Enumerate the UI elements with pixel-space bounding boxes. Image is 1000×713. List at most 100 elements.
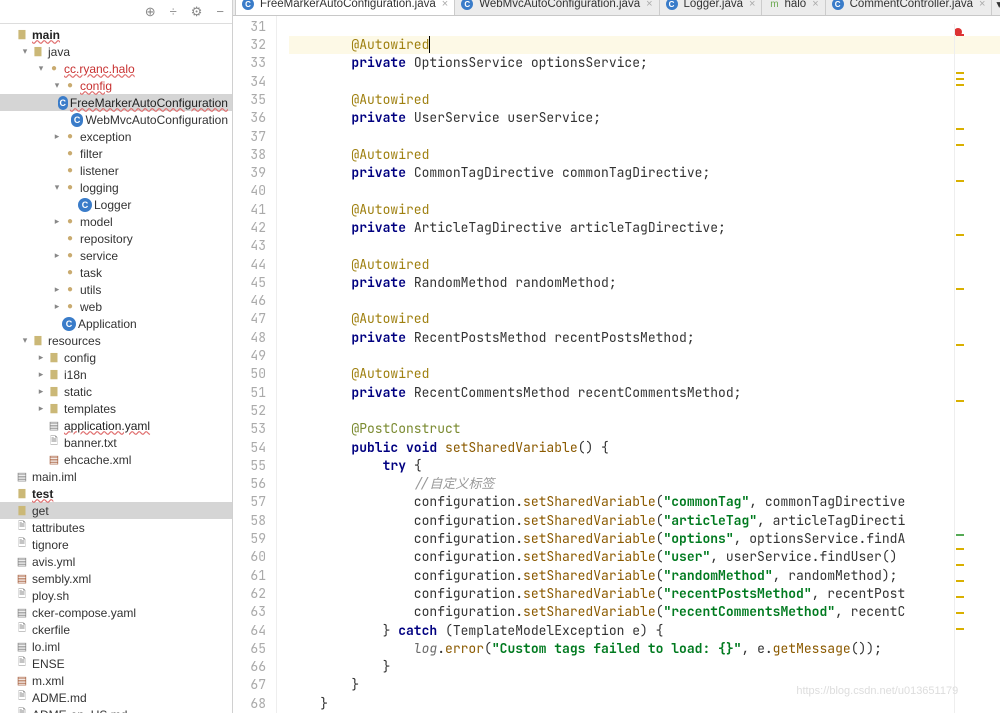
gear-icon[interactable]: ⚙ [191, 4, 203, 20]
tree-item[interactable]: main [0, 26, 232, 43]
tree-item[interactable]: lo.iml [0, 638, 232, 655]
tree-twisty-icon[interactable]: ▾ [20, 335, 30, 346]
tree-item[interactable]: sembly.xml [0, 570, 232, 587]
marker-warn[interactable] [956, 344, 964, 346]
tree-twisty-icon[interactable]: ▸ [36, 403, 46, 414]
marker-warn[interactable] [956, 144, 964, 146]
tree-item[interactable]: main.iml [0, 468, 232, 485]
code-line[interactable]: @Autowired [289, 310, 1000, 328]
code-line[interactable]: private ArticleTagDirective articleTagDi… [289, 219, 1000, 237]
code-line[interactable] [289, 292, 1000, 310]
code-line[interactable]: public void setSharedVariable() { [289, 439, 1000, 457]
close-icon[interactable]: × [979, 0, 985, 10]
tree-item[interactable]: ckerfile [0, 621, 232, 638]
tree-item[interactable]: ▾logging [0, 179, 232, 196]
code-line[interactable]: @Autowired [289, 256, 1000, 274]
code-line[interactable]: @PostConstruct [289, 420, 1000, 438]
code-line[interactable] [289, 182, 1000, 200]
code-line[interactable]: @Autowired [289, 91, 1000, 109]
tree-twisty-icon[interactable]: ▾ [52, 80, 62, 91]
marker-warn[interactable] [956, 288, 964, 290]
marker-warn[interactable] [956, 78, 964, 80]
code-line[interactable] [289, 128, 1000, 146]
code-line[interactable]: } catch (TemplateModelException e) { [289, 622, 1000, 640]
marker-warn[interactable] [956, 564, 964, 566]
marker-warn[interactable] [956, 400, 964, 402]
tree-item[interactable]: CApplication [0, 315, 232, 332]
code-line[interactable]: private RandomMethod randomMethod; [289, 274, 1000, 292]
marker-warn[interactable] [956, 548, 964, 550]
code-line[interactable] [289, 347, 1000, 365]
tree-item[interactable]: ▸utils [0, 281, 232, 298]
marker-warn[interactable] [956, 180, 964, 182]
tree-item[interactable]: ADME.md [0, 689, 232, 706]
tree-twisty-icon[interactable]: ▸ [36, 352, 46, 363]
marker-warn[interactable] [956, 128, 964, 130]
tree-twisty-icon[interactable]: ▸ [52, 216, 62, 227]
code-line[interactable]: configuration.setSharedVariable("recentC… [289, 603, 1000, 621]
marker-warn[interactable] [956, 234, 964, 236]
editor-tab[interactable]: CFreeMarkerAutoConfiguration.java× [235, 0, 455, 15]
tree-item[interactable]: get [0, 502, 232, 519]
code-line[interactable]: configuration.setSharedVariable("article… [289, 512, 1000, 530]
marker-warn[interactable] [956, 612, 964, 614]
code-line[interactable]: //自定义标签 [289, 475, 1000, 493]
tree-item[interactable]: ▸service [0, 247, 232, 264]
tree-item[interactable]: m.xml [0, 672, 232, 689]
close-icon[interactable]: × [646, 0, 652, 10]
tree-twisty-icon[interactable]: ▸ [36, 369, 46, 380]
collapse-icon[interactable]: ⊕ [145, 4, 156, 20]
code-line[interactable] [289, 237, 1000, 255]
tree-item[interactable]: CFreeMarkerAutoConfiguration [0, 94, 232, 111]
close-icon[interactable]: × [812, 0, 818, 10]
code-line[interactable]: } [289, 695, 1000, 713]
code-line[interactable]: } [289, 676, 1000, 694]
code-line[interactable]: private CommonTagDirective commonTagDire… [289, 164, 1000, 182]
tree-twisty-icon[interactable]: ▸ [52, 301, 62, 312]
marker-err[interactable] [956, 34, 964, 36]
tree-item[interactable]: listener [0, 162, 232, 179]
tree-item[interactable]: test [0, 485, 232, 502]
tree-item[interactable]: ADME-en_US.md [0, 706, 232, 713]
tree-item[interactable]: ▸config [0, 349, 232, 366]
tree-item[interactable]: banner.txt [0, 434, 232, 451]
marker-warn[interactable] [956, 72, 964, 74]
tree-item[interactable]: ENSE [0, 655, 232, 672]
tree-twisty-icon[interactable]: ▾ [20, 46, 30, 57]
tree-item[interactable]: ▸templates [0, 400, 232, 417]
divide-icon[interactable]: ÷ [170, 4, 177, 19]
code-line[interactable] [289, 18, 1000, 36]
tree-twisty-icon[interactable]: ▸ [36, 386, 46, 397]
editor-tab[interactable]: mhalo× [761, 0, 825, 15]
project-tree[interactable]: main▾java▾cc.ryanc.halo▾configCFreeMarke… [0, 24, 232, 713]
tree-item[interactable]: tattributes [0, 519, 232, 536]
code-line[interactable]: private RecentPostsMethod recentPostsMet… [289, 329, 1000, 347]
code-line[interactable]: @Autowired [289, 365, 1000, 383]
code-line[interactable] [289, 73, 1000, 91]
editor-tab[interactable]: CCommentController.java× [825, 0, 993, 15]
marker-grn[interactable] [956, 534, 964, 536]
tree-twisty-icon[interactable]: ▸ [52, 284, 62, 295]
tree-twisty-icon[interactable]: ▾ [52, 182, 62, 193]
code-line[interactable]: configuration.setSharedVariable("commonT… [289, 493, 1000, 511]
tree-item[interactable]: ▾cc.ryanc.halo [0, 60, 232, 77]
editor-tab[interactable]: CLogger.java× [659, 0, 763, 15]
tree-item[interactable]: filter [0, 145, 232, 162]
tree-item[interactable]: ▸static [0, 383, 232, 400]
code-editor[interactable]: 3132333435363738394041424344454647484950… [233, 16, 1000, 713]
code-content[interactable]: @Autowired private OptionsService option… [277, 16, 1000, 713]
tree-twisty-icon[interactable]: ▾ [36, 63, 46, 74]
tree-item[interactable]: ploy.sh [0, 587, 232, 604]
marker-warn[interactable] [956, 84, 964, 86]
tree-item[interactable]: application.yaml [0, 417, 232, 434]
tree-item[interactable]: ▾java [0, 43, 232, 60]
tree-twisty-icon[interactable]: ▸ [52, 131, 62, 142]
code-line[interactable]: private UserService userService; [289, 109, 1000, 127]
tree-item[interactable]: ▸web [0, 298, 232, 315]
code-line[interactable]: configuration.setSharedVariable("randomM… [289, 567, 1000, 585]
tree-item[interactable]: avis.yml [0, 553, 232, 570]
marker-bar[interactable] [954, 24, 966, 713]
tree-item[interactable]: CLogger [0, 196, 232, 213]
tree-item[interactable]: repository [0, 230, 232, 247]
code-line[interactable]: configuration.setSharedVariable("recentP… [289, 585, 1000, 603]
